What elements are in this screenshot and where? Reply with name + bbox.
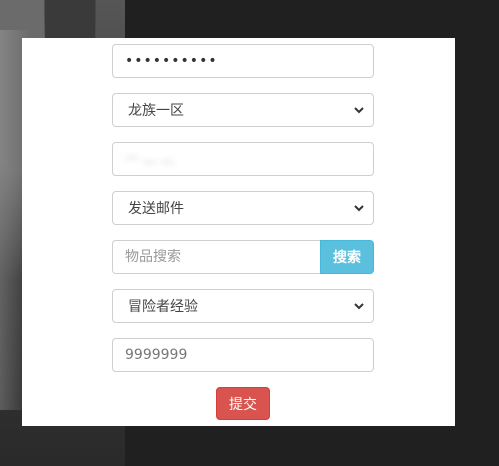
- account-value: ··· ... ...: [125, 151, 174, 167]
- form-panel: •••••••••• 龙族一区 ··· ... ... 发送邮件 搜索 冒险者经…: [22, 38, 455, 426]
- item-search-input[interactable]: [112, 240, 320, 274]
- search-button[interactable]: 搜索: [320, 240, 374, 274]
- quantity-value: 9999999: [125, 347, 188, 363]
- chevron-down-icon: [354, 205, 364, 212]
- submit-button[interactable]: 提交: [216, 387, 270, 420]
- chevron-down-icon: [354, 107, 364, 114]
- server-select[interactable]: 龙族一区: [112, 93, 374, 127]
- action-select-value: 发送邮件: [128, 201, 184, 217]
- server-select-value: 龙族一区: [128, 103, 184, 119]
- account-field[interactable]: ··· ... ...: [112, 142, 374, 176]
- item-search-group: 搜索: [112, 240, 374, 274]
- item-select[interactable]: 冒险者经验: [112, 289, 374, 323]
- action-select[interactable]: 发送邮件: [112, 191, 374, 225]
- quantity-field[interactable]: 9999999: [112, 338, 374, 372]
- chevron-down-icon: [354, 303, 364, 310]
- password-field[interactable]: ••••••••••: [112, 44, 374, 78]
- password-value: ••••••••••: [125, 53, 218, 69]
- item-select-value: 冒险者经验: [128, 299, 198, 315]
